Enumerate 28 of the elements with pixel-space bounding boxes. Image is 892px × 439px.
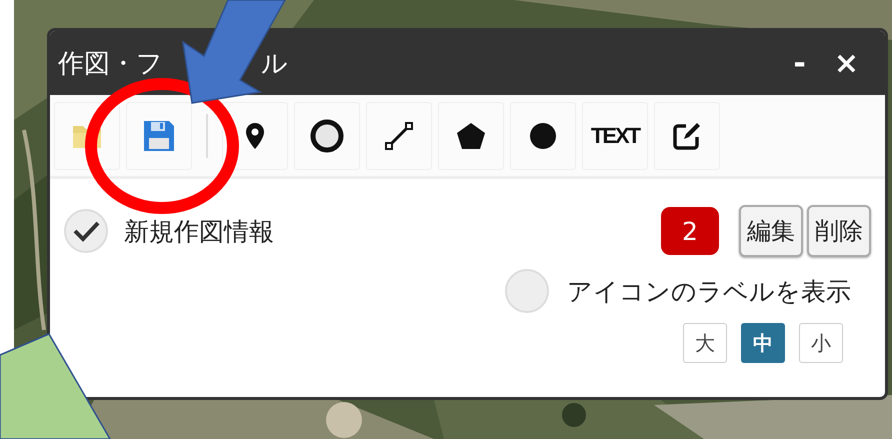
text-tool-button[interactable]: TEXT xyxy=(582,102,648,170)
dot-icon xyxy=(529,122,557,150)
delete-button[interactable]: 削除 xyxy=(807,205,871,257)
edit-button[interactable]: 編集 xyxy=(739,205,803,257)
size-button[interactable]: 中 xyxy=(741,323,785,363)
size-button[interactable]: 小 xyxy=(799,323,843,363)
check-icon xyxy=(72,220,100,242)
minimize-button[interactable]: - xyxy=(779,46,820,80)
line-tool-button[interactable] xyxy=(366,102,432,170)
polygon-tool-button[interactable] xyxy=(438,102,504,170)
checkbox-label: アイコンのラベルを表示 xyxy=(567,276,851,308)
map-pin-icon xyxy=(245,122,265,150)
circle-tool-button[interactable] xyxy=(294,102,360,170)
checkbox[interactable] xyxy=(505,269,549,313)
line-icon xyxy=(384,120,414,150)
circle-icon xyxy=(309,118,345,154)
point-tool-button[interactable] xyxy=(510,102,576,170)
size-button[interactable]: 大 xyxy=(683,323,727,363)
count-badge: 2 xyxy=(661,207,719,255)
pentagon-icon xyxy=(456,122,486,150)
checkbox[interactable] xyxy=(64,209,108,253)
save-button[interactable] xyxy=(126,102,192,170)
window-title: ル xyxy=(261,48,288,78)
edit-icon xyxy=(672,120,702,150)
close-button[interactable]: × xyxy=(820,46,873,80)
window-title: 作図・フ xyxy=(58,48,163,78)
edit-tool-button[interactable] xyxy=(654,102,720,170)
layer-label: 新規作図情報 xyxy=(124,216,274,248)
